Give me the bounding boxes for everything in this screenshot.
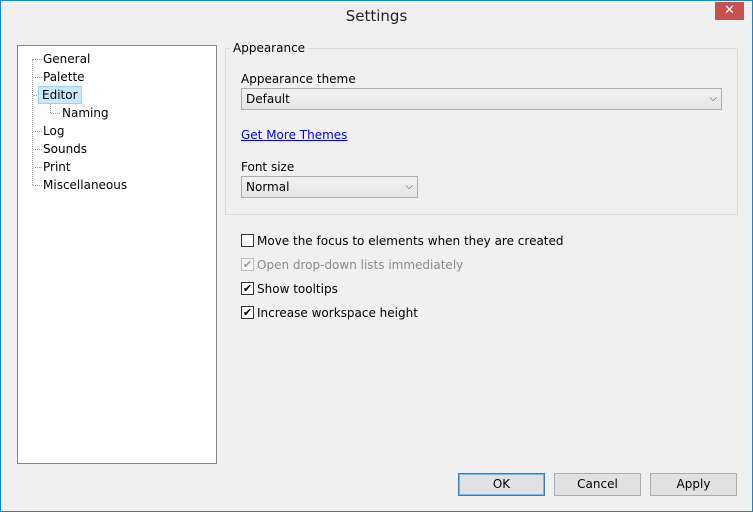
tree-item-label: Editor (38, 86, 82, 104)
tree-connector (50, 104, 51, 113)
option-label: Open drop-down lists immediately (257, 258, 464, 272)
tree-item-label: Miscellaneous (43, 178, 128, 192)
checkbox: ✔ (241, 258, 254, 271)
close-icon: ✕ (724, 3, 735, 18)
title-bar[interactable]: Settings ✕ (1, 1, 752, 32)
appearance-group-title: Appearance (230, 41, 309, 55)
tree-item-label: Naming (62, 106, 109, 120)
settings-tree[interactable]: General Palette Editor Naming Log Sounds… (17, 45, 217, 464)
apply-button[interactable]: Apply (650, 473, 737, 496)
get-more-themes-link[interactable]: Get More Themes (241, 128, 347, 142)
cancel-button[interactable]: Cancel (554, 473, 641, 496)
appearance-theme-select[interactable]: Default ⌵ (241, 88, 722, 110)
window-title: Settings (345, 7, 408, 25)
appearance-theme-label: Appearance theme (241, 72, 356, 86)
chevron-down-icon: ⌵ (405, 181, 413, 192)
close-button[interactable]: ✕ (715, 2, 744, 20)
chevron-down-icon: ⌵ (709, 93, 717, 104)
font-size-value: Normal (246, 180, 290, 194)
checkbox[interactable]: ✔ (241, 282, 254, 295)
tree-item-label: General (43, 52, 91, 66)
font-size-select[interactable]: Normal ⌵ (241, 176, 418, 198)
option-label: Move the focus to elements when they are… (257, 234, 564, 248)
settings-window: Settings ✕ General Palette Editor Naming… (0, 0, 753, 512)
tree-item-label: Log (43, 124, 65, 138)
tree-item-label: Sounds (43, 142, 88, 156)
font-size-label: Font size (241, 160, 295, 174)
appearance-theme-value: Default (246, 92, 290, 106)
checkbox[interactable]: ✔ (241, 306, 254, 319)
option-label: Increase workspace height (257, 306, 418, 320)
option-label: Show tooltips (257, 282, 338, 296)
checkbox[interactable] (241, 234, 254, 247)
tree-item-label: Palette (43, 70, 85, 84)
tree-item-label: Print (43, 160, 71, 174)
ok-button[interactable]: OK (458, 473, 545, 496)
